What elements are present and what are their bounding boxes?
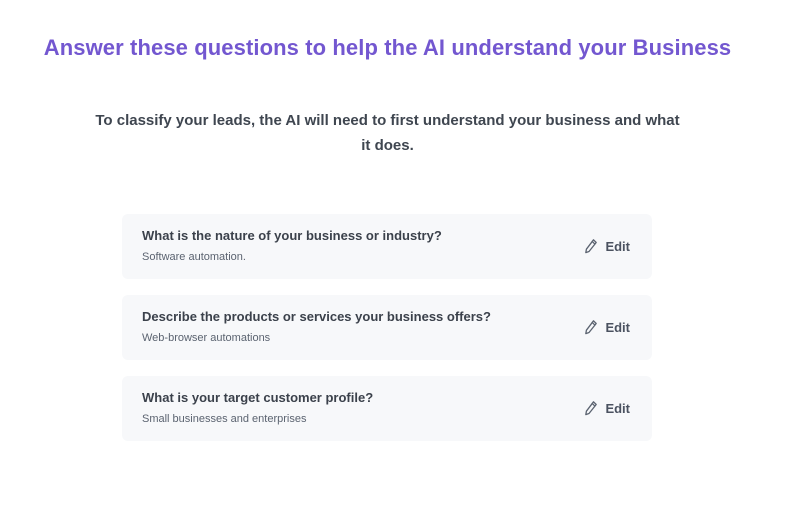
pencil-icon xyxy=(584,319,598,335)
edit-label: Edit xyxy=(605,400,630,416)
question-card-customer-profile: What is your target customer profile? Sm… xyxy=(122,376,652,441)
edit-label: Edit xyxy=(605,238,630,254)
question-list: What is the nature of your business or i… xyxy=(122,214,652,457)
question-card-products: Describe the products or services your b… xyxy=(122,295,652,360)
question-text: Describe the products or services your b… xyxy=(142,309,491,324)
question-text: What is the nature of your business or i… xyxy=(142,228,442,243)
answer-text: Small businesses and enterprises xyxy=(142,413,307,425)
edit-label: Edit xyxy=(605,319,630,335)
pencil-icon xyxy=(584,238,598,254)
edit-button-industry[interactable]: Edit xyxy=(580,236,634,256)
pencil-icon xyxy=(584,400,598,416)
answer-text: Web-browser automations xyxy=(142,332,271,344)
question-text: What is your target customer profile? xyxy=(142,390,374,405)
page-intro-text: To classify your leads, the AI will need… xyxy=(95,112,680,154)
answer-text: Software automation. xyxy=(142,251,246,263)
question-card-industry: What is the nature of your business or i… xyxy=(122,214,652,279)
edit-button-products[interactable]: Edit xyxy=(580,317,634,337)
edit-button-customer-profile[interactable]: Edit xyxy=(580,398,634,418)
page-title: Answer these questions to help the AI un… xyxy=(43,34,732,60)
